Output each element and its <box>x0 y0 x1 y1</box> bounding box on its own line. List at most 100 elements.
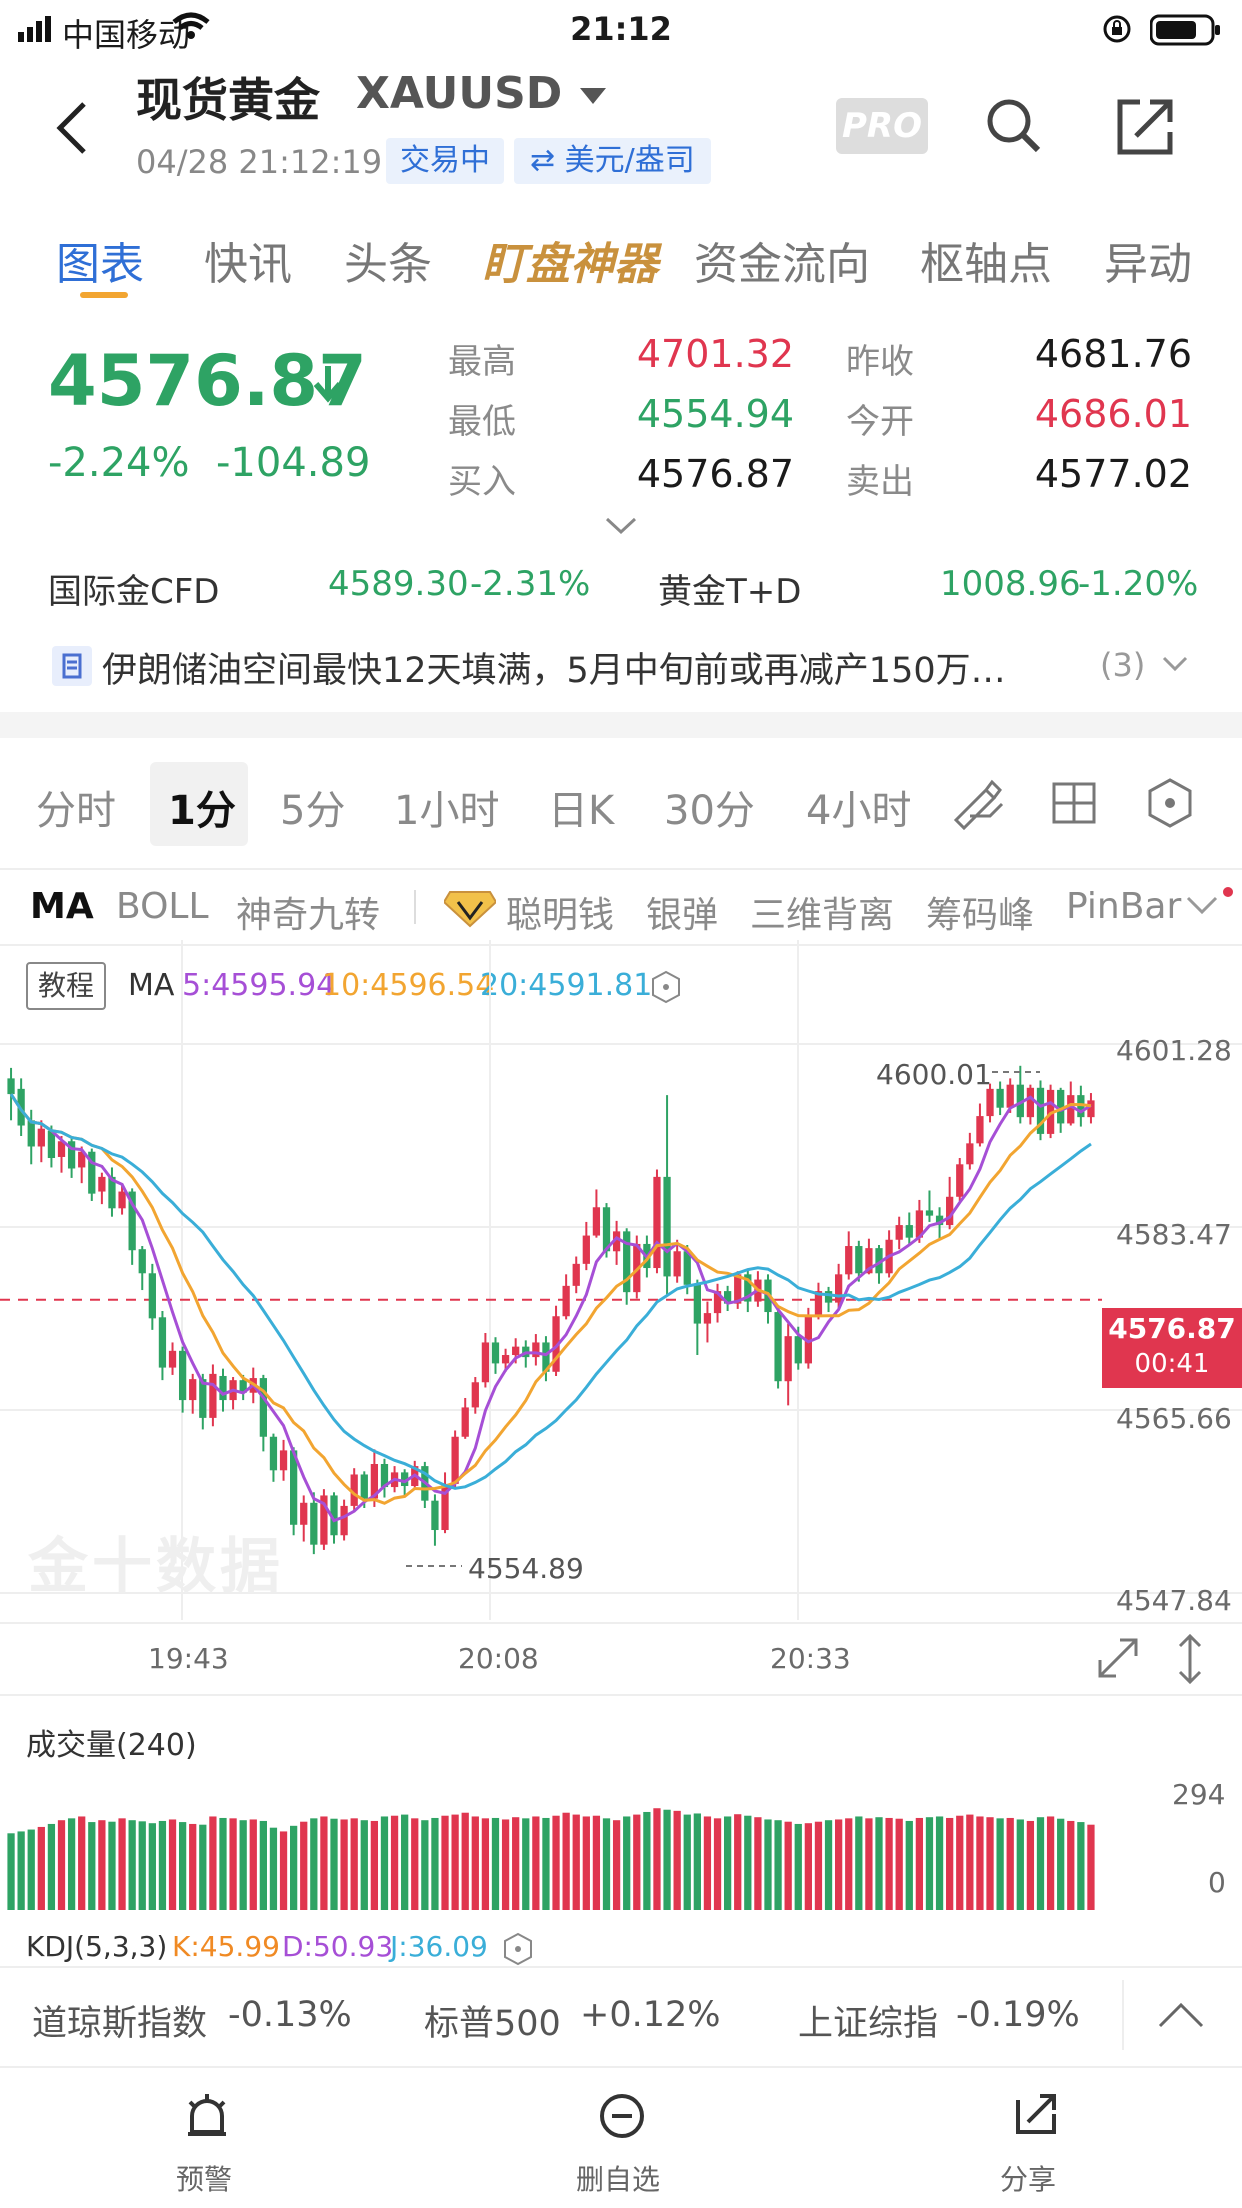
indicator-3d-divergence[interactable]: 三维背离 <box>750 886 894 938</box>
ma10-line <box>9 1093 1092 1505</box>
period-1min[interactable]: 1分 <box>168 778 236 836</box>
volume-bar <box>1036 1817 1045 1910</box>
fullscreen-icon[interactable] <box>1094 1634 1142 1682</box>
kdj-settings-icon[interactable] <box>502 1932 534 1966</box>
indicator-smart-money[interactable]: 聪明钱 <box>506 886 614 938</box>
news-chevron-icon[interactable] <box>1162 656 1188 674</box>
indicator-chip-peak[interactable]: 筹码峰 <box>926 886 1034 938</box>
share-out-icon[interactable] <box>1014 2090 1060 2138</box>
candle-body <box>986 1088 994 1117</box>
draw-tool-icon[interactable] <box>950 776 1006 832</box>
nav-alert-label[interactable]: 预警 <box>176 2158 232 2198</box>
candle <box>723 1285 732 1312</box>
indicator-ma[interactable]: MA <box>30 886 94 927</box>
index-sp500-pct: +0.12% <box>580 1995 721 2035</box>
indicator-pinbar[interactable]: PinBar <box>1066 886 1181 927</box>
share-icon[interactable] <box>1116 98 1176 156</box>
candle-body <box>855 1246 863 1274</box>
nav-remove-label[interactable]: 删自选 <box>576 2158 660 2198</box>
low-label: 最低 <box>448 402 516 442</box>
settings-hexagon-icon[interactable] <box>1144 776 1196 830</box>
ma5-line <box>9 1093 1092 1523</box>
search-icon[interactable] <box>984 96 1044 156</box>
chevron-up-icon[interactable] <box>1156 2000 1206 2030</box>
news-headline[interactable]: 伊朗储油空间最快12天填满，5月中旬前或再减产150万… <box>102 642 1042 693</box>
sell-label: 卖出 <box>846 462 914 502</box>
remove-watchlist-icon[interactable] <box>598 2092 646 2140</box>
volume-bar <box>471 1816 479 1910</box>
indicator-more-icon[interactable] <box>1184 886 1234 922</box>
index-shcomp-name[interactable]: 上证综指 <box>798 1995 938 2046</box>
section-divider <box>0 712 1242 738</box>
period-5min[interactable]: 5分 <box>280 778 345 836</box>
candle <box>966 1132 974 1170</box>
volume-chart <box>7 1808 1095 1910</box>
candle-body <box>895 1225 903 1240</box>
layout-grid-icon[interactable] <box>1050 778 1100 828</box>
period-daily[interactable]: 日K <box>548 778 614 836</box>
volume-bar <box>835 1819 843 1910</box>
indicator-boll[interactable]: BOLL <box>116 886 209 927</box>
expand-chevron-icon[interactable] <box>604 516 638 536</box>
alert-bell-icon[interactable] <box>184 2090 230 2140</box>
volume-bar <box>542 1817 550 1910</box>
unit-toggle[interactable]: ⇄ 美元/盎司 <box>514 138 711 184</box>
indicator-silver-bullet[interactable]: 银弹 <box>646 886 718 938</box>
volume-bar <box>108 1821 116 1910</box>
index-djia-name[interactable]: 道琼斯指数 <box>32 1995 207 2046</box>
pro-button[interactable]: PRO <box>836 98 928 154</box>
volume-bar <box>925 1817 934 1910</box>
period-30min[interactable]: 30分 <box>664 778 755 836</box>
tab-pivot[interactable]: 枢轴点 <box>920 228 1052 292</box>
tab-flash[interactable]: 快讯 <box>204 228 292 292</box>
volume-bar <box>461 1812 469 1910</box>
cfd-label[interactable]: 国际金CFD <box>48 564 219 613</box>
down-arrow-icon <box>313 366 343 403</box>
candle-body <box>693 1284 701 1324</box>
volume-bar <box>693 1813 701 1910</box>
candle <box>905 1212 913 1245</box>
candle-body <box>1006 1084 1014 1108</box>
tab-movement[interactable]: 异动 <box>1104 228 1192 292</box>
tab-monitor[interactable]: 盯盘神器 <box>482 228 658 292</box>
symbol-selector[interactable]: XAUUSD <box>356 68 608 119</box>
y-tick-2: 4583.47 <box>1116 1218 1232 1251</box>
footer-top-border <box>0 1966 1242 1968</box>
candle <box>279 1439 288 1481</box>
candle <box>98 1172 106 1205</box>
volume-bar <box>421 1820 429 1910</box>
tab-chart[interactable]: 图表 <box>56 228 144 292</box>
td-label[interactable]: 黄金T+D <box>658 564 801 613</box>
volume-bar <box>582 1816 590 1910</box>
volume-bar <box>875 1817 883 1910</box>
volume-bar <box>168 1819 177 1910</box>
candle-body <box>845 1246 853 1275</box>
back-arrow-icon[interactable] <box>52 100 92 156</box>
period-timeshare[interactable]: 分时 <box>36 778 116 836</box>
volume-bar <box>491 1817 500 1910</box>
candle <box>168 1342 177 1375</box>
volume-bar <box>915 1817 924 1910</box>
candle <box>582 1221 590 1271</box>
high-label: 最高 <box>448 342 516 382</box>
volume-top-border <box>0 1694 1242 1696</box>
candle-body <box>461 1407 469 1437</box>
vertical-scale-icon[interactable] <box>1172 1632 1208 1686</box>
news-count[interactable]: (3) <box>1100 646 1145 684</box>
volume-bar <box>98 1820 106 1910</box>
index-sp500-name[interactable]: 标普500 <box>424 1995 561 2046</box>
candle-body <box>673 1251 681 1277</box>
candle-body <box>562 1285 570 1317</box>
period-1hour[interactable]: 1小时 <box>394 778 499 836</box>
status-bar: 中国移动 21:12 <box>0 0 1242 60</box>
nav-share-label[interactable]: 分享 <box>1000 2158 1056 2198</box>
candle <box>845 1231 853 1280</box>
volume-bar <box>411 1818 419 1910</box>
volume-bar <box>199 1824 207 1910</box>
tab-fund-flow[interactable]: 资金流向 <box>694 228 870 292</box>
candle-body <box>572 1263 580 1286</box>
candle <box>552 1305 560 1376</box>
period-4hour[interactable]: 4小时 <box>806 778 911 836</box>
tab-headlines[interactable]: 头条 <box>344 228 432 292</box>
indicator-magic-nine[interactable]: 神奇九转 <box>236 886 380 938</box>
